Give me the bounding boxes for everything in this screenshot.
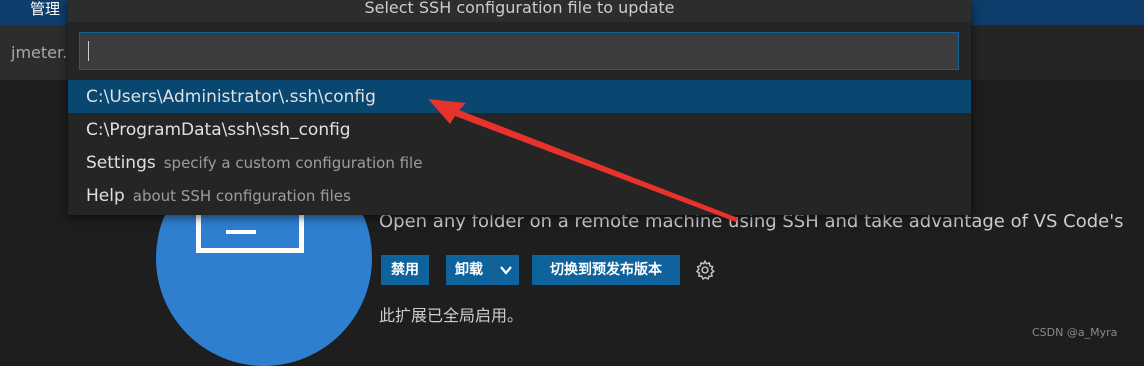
quick-pick-list: C:\Users\Administrator\.ssh\config C:\Pr…: [68, 80, 971, 212]
quick-pick-item-user-config[interactable]: C:\Users\Administrator\.ssh\config: [68, 80, 971, 113]
terminal-prompt-line: [226, 230, 256, 234]
quick-pick-item-system-config[interactable]: C:\ProgramData\ssh\ssh_config: [68, 113, 971, 146]
switch-to-prerelease-button[interactable]: 切换到预发布版本: [532, 255, 680, 285]
disable-button[interactable]: 禁用: [381, 255, 429, 285]
editor-tab-label: jmeter.: [11, 43, 68, 62]
uninstall-button[interactable]: 卸载: [446, 255, 492, 285]
manage-menu-label[interactable]: 管理: [30, 0, 60, 25]
extension-status-text: 此扩展已全局启用。: [379, 306, 524, 325]
quick-pick-item-help[interactable]: Help about SSH configuration files: [68, 179, 971, 212]
quick-pick-item-label: C:\ProgramData\ssh\ssh_config: [86, 120, 351, 140]
editor-tab[interactable]: jmeter.: [0, 25, 69, 80]
quick-pick-input[interactable]: [79, 32, 959, 70]
quick-pick-item-description: specify a custom configuration file: [163, 154, 423, 172]
quick-pick-item-description: about SSH configuration files: [132, 187, 351, 205]
text-caret: [88, 41, 89, 61]
watermark: CSDN @a_Myra: [1032, 326, 1118, 339]
quick-pick-dialog: Select SSH configuration file to update …: [68, 0, 971, 215]
uninstall-dropdown-button[interactable]: [492, 255, 519, 285]
quick-pick-title: Select SSH configuration file to update: [68, 0, 971, 22]
quick-pick-item-settings[interactable]: Settings specify a custom configuration f…: [68, 146, 971, 179]
quick-pick-item-label: C:\Users\Administrator\.ssh\config: [86, 87, 376, 107]
quick-pick-item-label: Settings: [86, 153, 156, 173]
gear-icon[interactable]: [694, 259, 716, 281]
chevron-down-icon: [500, 266, 512, 275]
quick-pick-item-label: Help: [86, 186, 125, 206]
